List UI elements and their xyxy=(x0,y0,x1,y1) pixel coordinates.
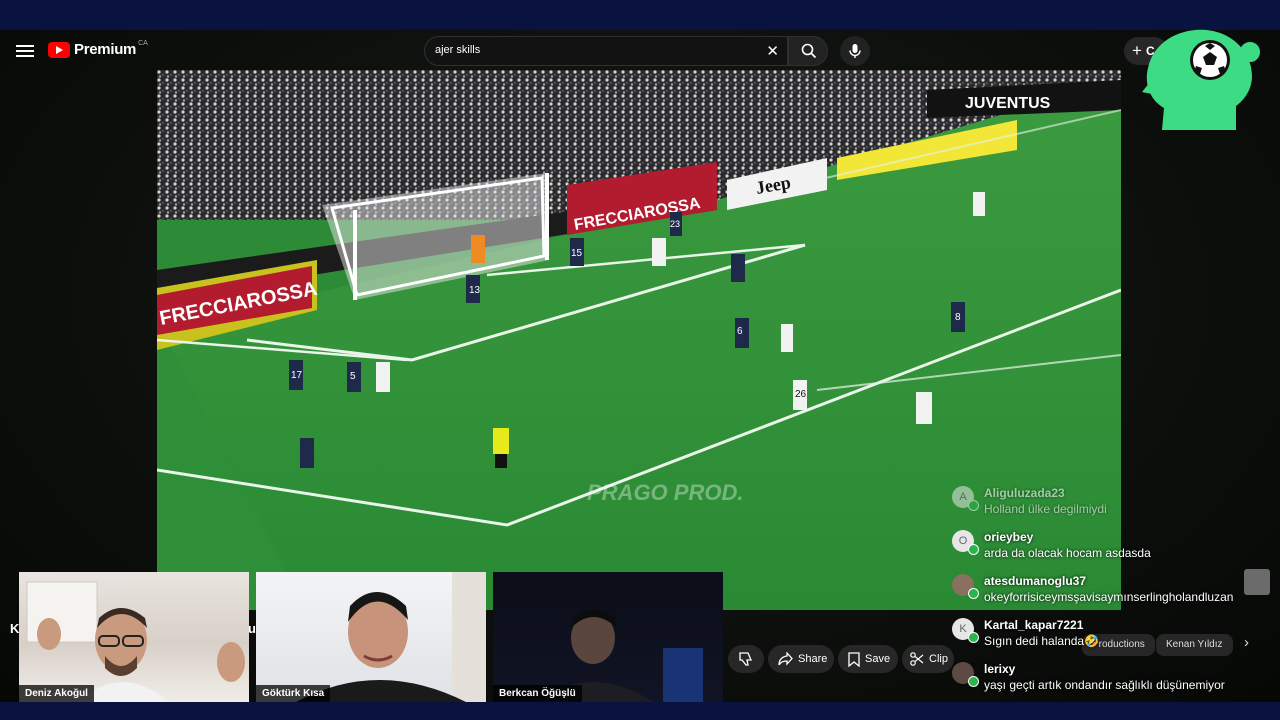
search-icon xyxy=(801,43,817,59)
share-label: Share xyxy=(798,653,828,665)
jersey-number: 26 xyxy=(795,389,807,400)
verified-badge-icon xyxy=(968,632,979,643)
video-watermark: PRAGO PROD. xyxy=(587,480,743,505)
webcam-feed xyxy=(533,610,703,702)
save-button[interactable]: Save xyxy=(838,645,898,673)
top-border-band xyxy=(0,0,1280,30)
chat-message: atesdumanoglu37 okeyforrisiceymsşavisaym… xyxy=(944,570,1264,610)
webcam-deniz: Deniz Akoğul xyxy=(19,572,249,702)
chat-username: atesdumanoglu37 xyxy=(984,574,1087,588)
search-button[interactable] xyxy=(788,36,828,66)
jersey-number: 15 xyxy=(571,248,583,259)
voice-search-button[interactable] xyxy=(840,36,870,66)
thumbs-down-icon xyxy=(739,652,752,666)
search-input[interactable]: ajer skills ✕ xyxy=(424,36,788,66)
webcam-name-label: Berkcan Öğüşlü xyxy=(493,685,582,702)
save-label: Save xyxy=(865,653,891,665)
bookmark-icon xyxy=(848,651,860,667)
webcam-name-label: Göktürk Kısa xyxy=(256,685,331,702)
jersey-number: 6 xyxy=(737,326,743,337)
live-chat-overlay: A Aliguluzada23 Holland ülke degilmiydi … xyxy=(944,482,1274,702)
football-head-logo xyxy=(1142,29,1252,130)
chat-username: orieybey xyxy=(984,530,1034,544)
verified-badge-icon xyxy=(968,676,979,687)
chat-username: lerixy xyxy=(984,662,1016,676)
microphone-icon xyxy=(849,44,861,58)
share-button[interactable]: Share xyxy=(768,645,834,673)
video-title-fragment: K xyxy=(10,621,20,636)
jersey-number: 8 xyxy=(955,312,961,323)
chat-username: Aliguluzada23 xyxy=(984,486,1065,500)
jersey-number: 13 xyxy=(469,285,481,296)
chat-text: arda da olacak hocam asdasda xyxy=(984,546,1151,560)
webcam-berkcan: Berkcan Öğüşlü xyxy=(493,572,723,702)
webcam-name-label: Deniz Akoğul xyxy=(19,685,94,702)
channel-thumbnail[interactable] xyxy=(1244,569,1270,595)
search-query: ajer skills xyxy=(435,44,481,56)
chat-message: lerixy yaşı geçti artık ondandır sağlıkl… xyxy=(944,658,1264,698)
chat-message: K Kartal_kapar7221 Sıgın dedi halanda🤣 xyxy=(944,614,1264,654)
jersey-number: 17 xyxy=(291,370,303,381)
webcam-feed xyxy=(296,572,486,702)
youtube-play-icon xyxy=(48,41,70,58)
verified-badge-icon xyxy=(968,544,979,555)
logo-text: Premium xyxy=(74,41,137,58)
jersey-number: 23 xyxy=(670,219,680,229)
verified-badge-icon xyxy=(968,500,979,511)
share-icon xyxy=(778,652,793,666)
jersey-number: 5 xyxy=(350,371,356,382)
verified-badge-icon xyxy=(968,588,979,599)
chat-text: Sıgın dedi halanda🤣 xyxy=(984,634,1100,648)
chat-message: O orieybey arda da olacak hocam asdasda xyxy=(944,526,1264,566)
menu-icon[interactable] xyxy=(16,42,34,58)
logo-region: CA xyxy=(138,40,148,47)
webcam-gokturk: Göktürk Kısa xyxy=(256,572,486,702)
chat-username: Kartal_kapar7221 xyxy=(984,618,1084,632)
chat-text: Holland ülke degilmiydi xyxy=(984,502,1107,516)
chat-message: A Aliguluzada23 Holland ülke degilmiydi xyxy=(944,482,1264,522)
youtube-premium-logo[interactable]: Premium CA xyxy=(48,40,148,58)
scissors-icon xyxy=(910,652,924,666)
close-icon[interactable]: ✕ xyxy=(766,42,779,60)
ad-board-text: JUVENTUS xyxy=(965,95,1051,112)
dislike-button[interactable] xyxy=(728,645,764,673)
bottom-border-band xyxy=(0,702,1280,720)
chat-text: yaşı geçti artık ondandır sağlıklı düşün… xyxy=(984,678,1225,692)
video-title-fragment: u xyxy=(248,621,256,636)
webcam-feed xyxy=(26,581,245,702)
chat-text: okeyforrisiceymsşavisaymınserlingholandl… xyxy=(984,590,1234,604)
